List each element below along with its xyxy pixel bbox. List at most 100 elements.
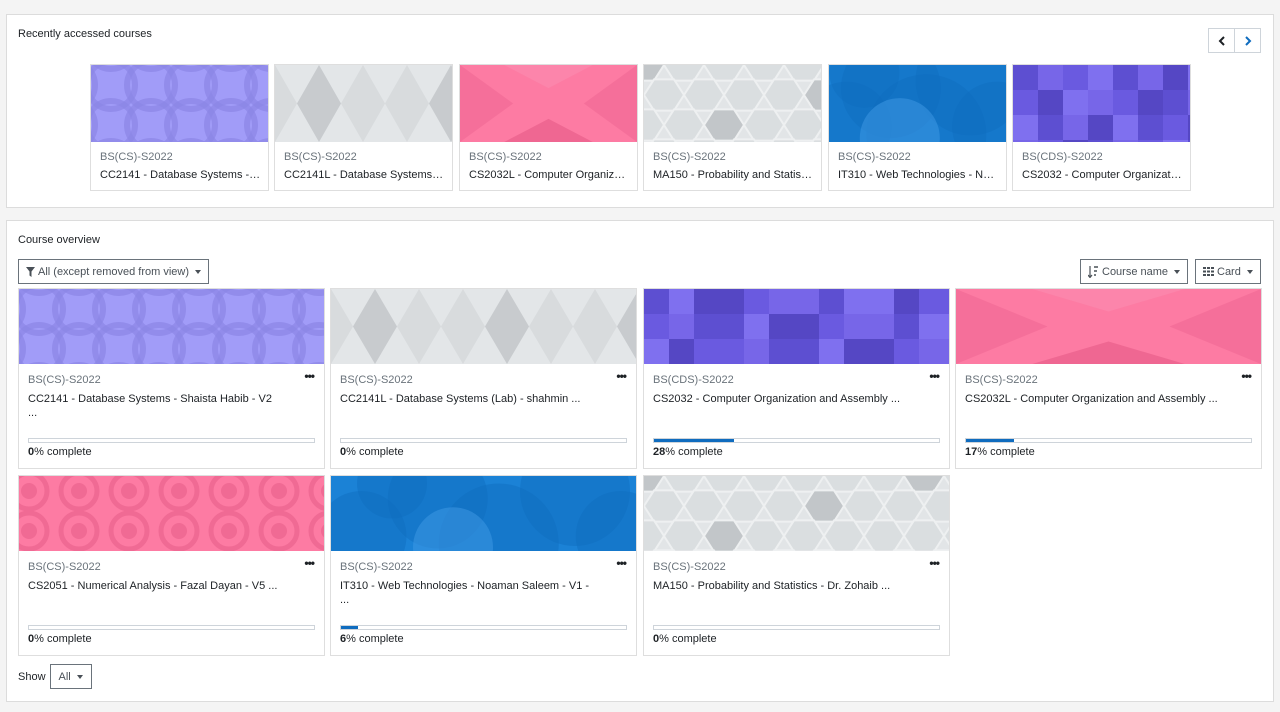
course-card[interactable]: BS(CDS)-S2022 ••• CS2032 - Computer Organi… xyxy=(643,288,950,469)
grouping-filter-label: All (except removed from view) xyxy=(38,265,189,278)
course-name-link[interactable]: CC2141 - Database Systems - Shaista Habi… xyxy=(100,169,262,181)
recent-course-card[interactable]: BS(CS)-S2022 IT310 - Web Technologies - N… xyxy=(828,64,1007,191)
recent-course-card[interactable]: BS(CS)-S2022 MA150 - Probability and Stat… xyxy=(643,64,822,191)
course-image[interactable] xyxy=(956,289,1261,364)
filter-icon xyxy=(26,266,35,277)
course-card[interactable]: BS(CS)-S2022 ••• CC2141L - Database System… xyxy=(330,288,637,469)
carousel-prev-button[interactable] xyxy=(1208,28,1235,53)
show-count-dropdown[interactable]: All xyxy=(49,664,92,689)
course-name-line1[interactable]: CS2032 - Computer Organization and Assem… xyxy=(653,392,943,406)
course-card[interactable]: BS(CS)-S2022 ••• CS2051 - Numerical Analys… xyxy=(18,475,325,656)
progress-suffix: % complete xyxy=(665,446,723,458)
course-actions-menu[interactable]: ••• xyxy=(616,369,627,383)
course-category: BS(CS)-S2022 xyxy=(653,561,726,573)
course-name-line1[interactable]: CS2051 - Numerical Analysis - Fazal Daya… xyxy=(28,579,318,593)
course-category: BS(CS)-S2022 xyxy=(469,151,542,163)
course-name-link[interactable]: MA150 - Probability and Statistics - Dr.… xyxy=(653,579,943,593)
course-category: BS(CS)-S2022 xyxy=(100,151,173,163)
carousel-nav xyxy=(1208,28,1261,53)
progress-bar xyxy=(965,438,1252,443)
course-image[interactable] xyxy=(829,65,1006,142)
course-overview-title: Course overview xyxy=(18,234,100,246)
course-category: BS(CS)-S2022 xyxy=(838,151,911,163)
view-label: Card xyxy=(1217,265,1241,278)
course-name-line2: ... xyxy=(340,594,350,606)
course-image[interactable] xyxy=(644,476,949,551)
course-name-link[interactable]: CS2032 - Computer Organization and Assem… xyxy=(653,392,943,406)
course-name-link[interactable]: CS2032L - Computer Organization and Asse… xyxy=(469,169,631,181)
progress-percent: 17 xyxy=(965,446,978,458)
course-category: BS(CS)-S2022 xyxy=(28,374,101,386)
progress-bar-fill xyxy=(654,439,734,442)
course-actions-menu[interactable]: ••• xyxy=(1241,369,1252,383)
course-name-line1[interactable]: MA150 - Probability and Statistics - Dr.… xyxy=(653,579,943,593)
course-name-line1[interactable]: CC2141 - Database Systems - Shaista Habi… xyxy=(28,392,318,406)
course-actions-menu[interactable]: ••• xyxy=(304,369,315,383)
progress-text: 17% complete xyxy=(965,446,1035,458)
course-image[interactable] xyxy=(460,65,637,142)
recently-accessed-title: Recently accessed courses xyxy=(18,28,152,40)
course-card[interactable]: BS(CS)-S2022 ••• CS2032L - Computer Organi… xyxy=(955,288,1262,469)
progress-bar xyxy=(28,625,315,630)
progress-suffix: % complete xyxy=(346,633,404,645)
progress-bar xyxy=(653,438,940,443)
course-name-link[interactable]: CC2141 - Database Systems - Shaista Habi… xyxy=(28,392,318,420)
course-actions-menu[interactable]: ••• xyxy=(929,556,940,570)
course-category: BS(CS)-S2022 xyxy=(340,374,413,386)
course-name-link[interactable]: IT310 - Web Technologies - Noaman Saleem… xyxy=(838,169,1000,181)
course-card[interactable]: BS(CS)-S2022 ••• IT310 - Web Technologies … xyxy=(330,475,637,656)
show-count-value: All xyxy=(58,670,71,683)
sort-label: Course name xyxy=(1102,265,1169,278)
course-image[interactable] xyxy=(19,289,324,364)
course-actions-menu[interactable]: ••• xyxy=(616,556,627,570)
course-image[interactable] xyxy=(1013,65,1190,142)
grid-icon xyxy=(1203,267,1214,276)
recently-accessed-block: Recently accessed courses BS(CS)-S2022 CC… xyxy=(6,14,1274,208)
course-category: BS(CS)-S2022 xyxy=(28,561,101,573)
recent-course-card[interactable]: BS(CS)-S2022 CS2032L - Computer Organizat… xyxy=(459,64,638,191)
course-name-link[interactable]: IT310 - Web Technologies - Noaman Saleem… xyxy=(340,579,630,607)
carousel-next-button[interactable] xyxy=(1234,28,1261,53)
sort-alpha-icon xyxy=(1088,265,1098,278)
course-image[interactable] xyxy=(331,476,636,551)
caret-down-icon xyxy=(1174,269,1181,274)
course-image[interactable] xyxy=(644,289,949,364)
course-category: BS(CS)-S2022 xyxy=(284,151,357,163)
progress-suffix: % complete xyxy=(977,446,1035,458)
progress-bar xyxy=(653,625,940,630)
course-name-line2: ... xyxy=(28,407,38,419)
grouping-filter-dropdown[interactable]: All (except removed from view) xyxy=(18,259,209,284)
caret-down-icon xyxy=(195,269,201,274)
course-actions-menu[interactable]: ••• xyxy=(304,556,315,570)
course-name-line1[interactable]: IT310 - Web Technologies - Noaman Saleem… xyxy=(340,579,630,593)
course-image[interactable] xyxy=(91,65,268,142)
recent-course-card[interactable]: BS(CS)-S2022 CC2141L - Database Systems (… xyxy=(274,64,453,191)
course-image[interactable] xyxy=(19,476,324,551)
course-name-link[interactable]: CC2141L - Database Systems (Lab) - shahm… xyxy=(284,169,446,181)
course-card[interactable]: BS(CS)-S2022 ••• CC2141 - Database Systems… xyxy=(18,288,325,469)
course-image[interactable] xyxy=(275,65,452,142)
progress-suffix: % complete xyxy=(34,446,92,458)
course-image[interactable] xyxy=(331,289,636,364)
show-label: Show xyxy=(18,670,46,683)
course-actions-menu[interactable]: ••• xyxy=(929,369,940,383)
course-name-line1[interactable]: CC2141L - Database Systems (Lab) - shahm… xyxy=(340,392,630,406)
course-name-link[interactable]: CS2032L - Computer Organization and Asse… xyxy=(965,392,1255,406)
caret-down-icon xyxy=(76,674,83,679)
progress-text: 6% complete xyxy=(340,633,404,645)
course-category: BS(CDS)-S2022 xyxy=(1022,151,1103,163)
course-name-link[interactable]: MA150 - Probability and Statistics - Dr.… xyxy=(653,169,815,181)
progress-bar-fill xyxy=(966,439,1015,442)
course-card[interactable]: BS(CS)-S2022 ••• MA150 - Probability and S… xyxy=(643,475,950,656)
course-name-link[interactable]: CC2141L - Database Systems (Lab) - shahm… xyxy=(340,392,630,406)
course-name-link[interactable]: CS2051 - Numerical Analysis - Fazal Daya… xyxy=(28,579,318,593)
progress-text: 0% complete xyxy=(653,633,717,645)
sort-dropdown[interactable]: Course name xyxy=(1080,259,1189,284)
recent-course-card[interactable]: BS(CDS)-S2022 CS2032 - Computer Organizat… xyxy=(1012,64,1191,191)
view-dropdown[interactable]: Card xyxy=(1195,259,1261,284)
course-image[interactable] xyxy=(644,65,821,142)
course-name-line1[interactable]: CS2032L - Computer Organization and Asse… xyxy=(965,392,1255,406)
recent-course-card[interactable]: BS(CS)-S2022 CC2141 - Database Systems - … xyxy=(90,64,269,191)
course-name-link[interactable]: CS2032 - Computer Organization and Assem… xyxy=(1022,169,1184,181)
progress-bar xyxy=(340,625,627,630)
